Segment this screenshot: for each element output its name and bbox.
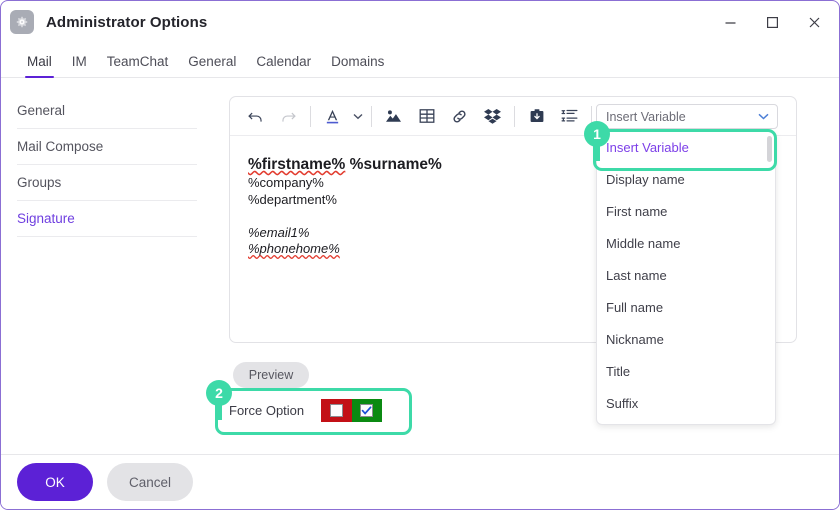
dropdown-option-suffix[interactable]: Suffix — [597, 388, 775, 420]
dropdown-scrollbar-thumb[interactable] — [767, 136, 772, 162]
dropdown-option-title[interactable]: Title — [597, 356, 775, 388]
tab-im[interactable]: IM — [62, 54, 97, 77]
tab-calendar[interactable]: Calendar — [246, 54, 321, 77]
tab-general[interactable]: General — [178, 54, 246, 77]
redo-icon — [272, 101, 305, 131]
ok-button[interactable]: OK — [17, 463, 93, 501]
window-controls — [709, 1, 835, 43]
tab-mail[interactable]: Mail — [17, 54, 62, 78]
align-list-icon[interactable] — [553, 101, 586, 131]
sidebar-item-mail-compose[interactable]: Mail Compose — [17, 129, 197, 165]
annotation-badge-1: 1 — [584, 121, 610, 161]
close-icon[interactable] — [793, 2, 835, 42]
force-option-on[interactable] — [351, 399, 383, 422]
insert-variable-select[interactable]: Insert Variable — [596, 104, 778, 129]
dropdown-scrollbar[interactable] — [767, 135, 772, 421]
force-option-row: Force Option — [229, 399, 383, 422]
minimize-icon[interactable] — [709, 2, 751, 42]
toolbar-divider — [310, 105, 311, 127]
sidebar-item-general[interactable]: General — [17, 93, 197, 129]
dialog-footer: OK Cancel — [1, 454, 839, 509]
font-color-icon[interactable] — [316, 101, 349, 131]
title-bar: Administrator Options — [1, 1, 839, 43]
insert-link-icon[interactable] — [443, 101, 476, 131]
chevron-down-icon[interactable] — [349, 101, 366, 131]
toolbar-divider — [514, 105, 515, 127]
preview-button[interactable]: Preview — [233, 362, 309, 388]
signature-token-surname: %surname% — [349, 156, 442, 173]
signature-token-firstname: %firstname% — [248, 156, 346, 173]
force-option-toggle[interactable] — [321, 399, 383, 422]
insert-image-icon[interactable] — [377, 101, 410, 131]
toolbar-divider — [371, 105, 372, 127]
attach-icon[interactable] — [520, 101, 553, 131]
insert-variable-dropdown[interactable]: Insert Variable Display name First name … — [596, 131, 776, 425]
annotation-badge-2: 2 — [206, 380, 232, 420]
settings-sidebar: General Mail Compose Groups Signature — [17, 93, 197, 237]
dropdown-option-insert-variable[interactable]: Insert Variable — [597, 132, 775, 164]
gear-icon — [10, 10, 34, 34]
tab-teamchat[interactable]: TeamChat — [97, 54, 179, 77]
dropdown-option-nickname[interactable]: Nickname — [597, 324, 775, 356]
insert-table-icon[interactable] — [410, 101, 443, 131]
dropdown-option-display-name[interactable]: Display name — [597, 164, 775, 196]
insert-variable-select-value: Insert Variable — [606, 109, 686, 124]
force-option-off[interactable] — [321, 399, 352, 422]
chevron-down-icon — [758, 113, 769, 120]
force-option-label: Force Option — [229, 403, 305, 418]
cancel-button[interactable]: Cancel — [107, 463, 193, 501]
dropdown-option-full-name[interactable]: Full name — [597, 292, 775, 324]
maximize-icon[interactable] — [751, 2, 793, 42]
tab-domains[interactable]: Domains — [321, 54, 394, 77]
undo-icon[interactable] — [239, 101, 272, 131]
main-tab-bar: Mail IM TeamChat General Calendar Domain… — [1, 43, 839, 78]
dropdown-option-last-name[interactable]: Last name — [597, 260, 775, 292]
checkbox-checked[interactable] — [360, 404, 374, 417]
dropdown-option-middle-name[interactable]: Middle name — [597, 228, 775, 260]
sidebar-item-groups[interactable]: Groups — [17, 165, 197, 201]
window-title: Administrator Options — [46, 13, 208, 31]
administrator-options-window: Administrator Options Mail IM TeamChat G… — [0, 0, 840, 510]
sidebar-item-signature[interactable]: Signature — [17, 201, 197, 237]
checkbox-unchecked[interactable] — [329, 404, 343, 417]
dropdown-option-first-name[interactable]: First name — [597, 196, 775, 228]
dropbox-icon[interactable] — [476, 101, 509, 131]
